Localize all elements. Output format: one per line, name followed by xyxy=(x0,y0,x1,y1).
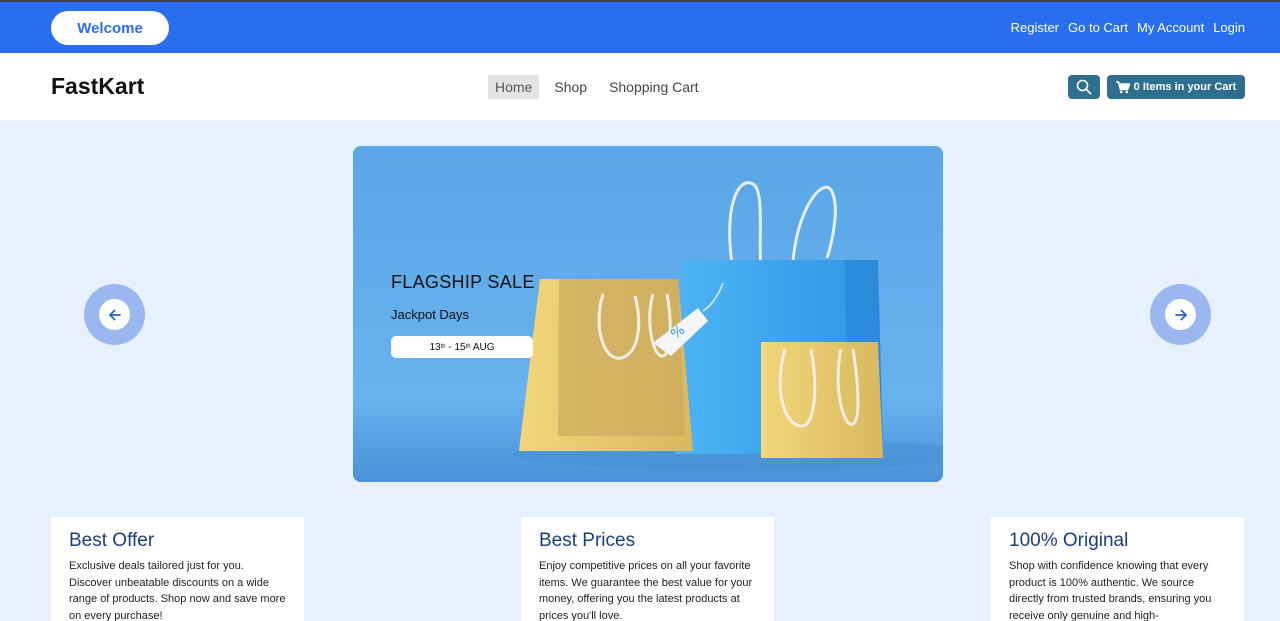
banner-date-badge: 13th - 15th AUG xyxy=(391,336,533,358)
menu-item-shop[interactable]: Shop xyxy=(547,75,594,99)
main-navbar: FastKart Home Shop Shopping Cart 0 Items… xyxy=(0,53,1280,120)
feature-description: Shop with confidence knowing that every … xyxy=(1009,560,1212,621)
shopping-cart-icon xyxy=(1115,80,1130,93)
banner-title: FLAGSHIP SALE xyxy=(391,272,535,292)
top-bar: Welcome Register Go to Cart My Account L… xyxy=(0,0,1280,53)
feature-title: Best Prices xyxy=(539,530,636,551)
feature-description: Exclusive deals tailored just for you. D… xyxy=(69,560,286,621)
search-icon xyxy=(1076,79,1092,95)
carousel-next-button[interactable] xyxy=(1150,284,1211,345)
arrow-right-icon xyxy=(1174,309,1187,320)
cart-button-label: 0 Items in your Cart xyxy=(1133,81,1237,93)
carousel-next-circle xyxy=(1165,299,1196,330)
feature-title: 100% Original xyxy=(1009,530,1129,551)
cart-button[interactable]: 0 Items in your Cart xyxy=(1107,75,1245,99)
banner-text-block: FLAGSHIP SALE Jackpot Days 13th - 15th A… xyxy=(391,272,535,358)
feature-title: Best Offer xyxy=(69,530,155,551)
search-button[interactable] xyxy=(1068,75,1100,99)
go-to-cart-link[interactable]: Go to Cart xyxy=(1068,20,1128,35)
feature-card-original: 100% Original Shop with confidence knowi… xyxy=(991,517,1244,621)
my-account-link[interactable]: My Account xyxy=(1137,20,1204,35)
banner-subtitle: Jackpot Days xyxy=(391,307,470,322)
brand-logo[interactable]: FastKart xyxy=(51,73,144,100)
date-separator: - xyxy=(445,341,455,353)
feature-description: Enjoy competitive prices on all your fav… xyxy=(539,560,753,621)
date-start: 13 xyxy=(429,341,441,353)
carousel-prev-button[interactable] xyxy=(84,284,145,345)
main-menu: Home Shop Shopping Cart xyxy=(488,75,714,99)
carousel-prev-circle xyxy=(99,299,130,330)
arrow-left-icon xyxy=(108,309,121,320)
register-link[interactable]: Register xyxy=(1011,20,1059,35)
top-links: Register Go to Cart My Account Login xyxy=(1002,2,1245,53)
feature-card-best-offer: Best Offer Exclusive deals tailored just… xyxy=(51,517,304,621)
login-link[interactable]: Login xyxy=(1213,20,1245,35)
date-end: 15 xyxy=(454,341,466,353)
feature-card-best-prices: Best Prices Enjoy competitive prices on … xyxy=(521,517,774,621)
menu-item-shopping-cart[interactable]: Shopping Cart xyxy=(602,75,706,99)
hero-banner[interactable]: % FLAGSHIP SALE Jackpot Days 13th - 15th… xyxy=(353,146,943,482)
date-month: AUG xyxy=(470,341,495,353)
welcome-button[interactable]: Welcome xyxy=(51,11,169,45)
menu-item-home[interactable]: Home xyxy=(488,75,540,99)
